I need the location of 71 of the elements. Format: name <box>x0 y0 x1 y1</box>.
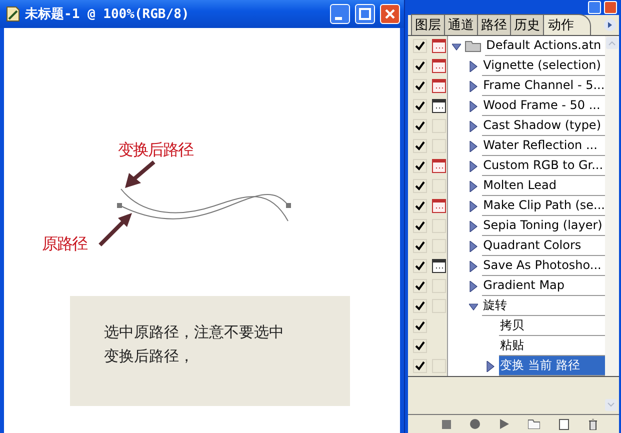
collapsed-triangle-icon[interactable] <box>469 120 478 132</box>
panel-menu-icon[interactable] <box>604 19 616 31</box>
toggle-checkbox[interactable] <box>413 59 427 73</box>
anchor-point <box>286 203 291 208</box>
document-icon <box>6 6 20 22</box>
collapsed-triangle-icon[interactable] <box>469 80 478 92</box>
panel-tab[interactable]: 动作 <box>543 14 591 35</box>
folder-icon[interactable] <box>528 419 540 429</box>
expanded-triangle-icon[interactable] <box>469 300 478 312</box>
toggle-checkbox[interactable] <box>413 199 427 213</box>
record-icon[interactable] <box>470 419 480 429</box>
collapsed-triangle-icon[interactable] <box>469 100 478 112</box>
annotation-label: 原路径 <box>42 234 87 255</box>
dialog-toggle-icon[interactable] <box>432 259 446 273</box>
note-text: 选中原路径，注意不要选中变换后路径， <box>104 322 285 367</box>
dialog-toggle-icon[interactable] <box>432 199 446 213</box>
toggle-checkbox[interactable] <box>413 139 427 153</box>
minimize-button[interactable] <box>588 1 601 14</box>
arrow <box>125 160 156 188</box>
toggle-checkbox[interactable] <box>413 359 427 373</box>
anchor-point <box>117 203 122 208</box>
toggle-checkbox[interactable] <box>413 179 427 193</box>
collapsed-triangle-icon[interactable] <box>469 180 478 192</box>
collapsed-triangle-icon[interactable] <box>469 220 478 232</box>
maximize-icon <box>359 8 371 20</box>
toggle-checkbox[interactable] <box>413 299 427 313</box>
collapsed-triangle-icon[interactable] <box>469 160 478 172</box>
maximize-button[interactable] <box>355 4 375 24</box>
play-icon[interactable] <box>499 419 509 429</box>
dialog-toggle-icon[interactable] <box>432 99 446 113</box>
toggle-checkbox[interactable] <box>413 239 427 253</box>
collapsed-triangle-icon[interactable] <box>469 140 478 152</box>
dialog-toggle-icon[interactable] <box>432 39 446 53</box>
toggle-checkbox[interactable] <box>413 339 427 353</box>
arrow <box>98 213 132 246</box>
action-item[interactable]: 变换 当前 路径 <box>499 356 605 376</box>
toggle-checkbox[interactable] <box>413 119 427 133</box>
folder-icon <box>465 40 482 52</box>
toggle-checkbox[interactable] <box>413 99 427 113</box>
toggle-checkbox[interactable] <box>413 219 427 233</box>
dialog-toggle-icon[interactable] <box>432 79 446 93</box>
toggle-checkbox[interactable] <box>413 159 427 173</box>
minimize-icon <box>335 16 342 20</box>
stop-icon[interactable] <box>442 420 451 428</box>
dialog-toggle-icon[interactable] <box>432 59 446 73</box>
scrollbar[interactable] <box>605 36 619 376</box>
collapsed-triangle-icon[interactable] <box>469 280 478 292</box>
collapsed-triangle-icon[interactable] <box>469 200 478 212</box>
minimize-button[interactable] <box>330 4 350 24</box>
annotation-label: 变换后路径 <box>118 140 193 161</box>
collapsed-triangle-icon[interactable] <box>469 60 478 72</box>
collapsed-triangle-icon[interactable] <box>469 260 478 272</box>
toggle-checkbox[interactable] <box>413 39 427 53</box>
dialog-toggle-icon[interactable] <box>432 159 446 173</box>
new-page-icon[interactable] <box>559 418 569 430</box>
trash-icon[interactable] <box>588 418 598 430</box>
collapsed-triangle-icon[interactable] <box>469 240 478 252</box>
panel-tab[interactable]: 路径 <box>477 14 511 35</box>
close-button[interactable] <box>380 4 400 24</box>
toggle-checkbox[interactable] <box>413 259 427 273</box>
panel-tab[interactable]: 图层 <box>411 14 445 35</box>
panel-tab[interactable]: 通道 <box>444 14 478 35</box>
window-title: 未标题-1 @ 100%(RGB/8) <box>25 6 190 23</box>
collapsed-triangle-icon[interactable] <box>486 360 496 372</box>
toggle-checkbox[interactable] <box>413 79 427 93</box>
panel-tab[interactable]: 历史 <box>510 14 544 35</box>
close-button[interactable] <box>604 1 617 14</box>
expanded-triangle-icon[interactable] <box>452 40 462 52</box>
close-icon <box>384 8 396 20</box>
toggle-checkbox[interactable] <box>413 319 427 333</box>
toggle-checkbox[interactable] <box>413 279 427 293</box>
